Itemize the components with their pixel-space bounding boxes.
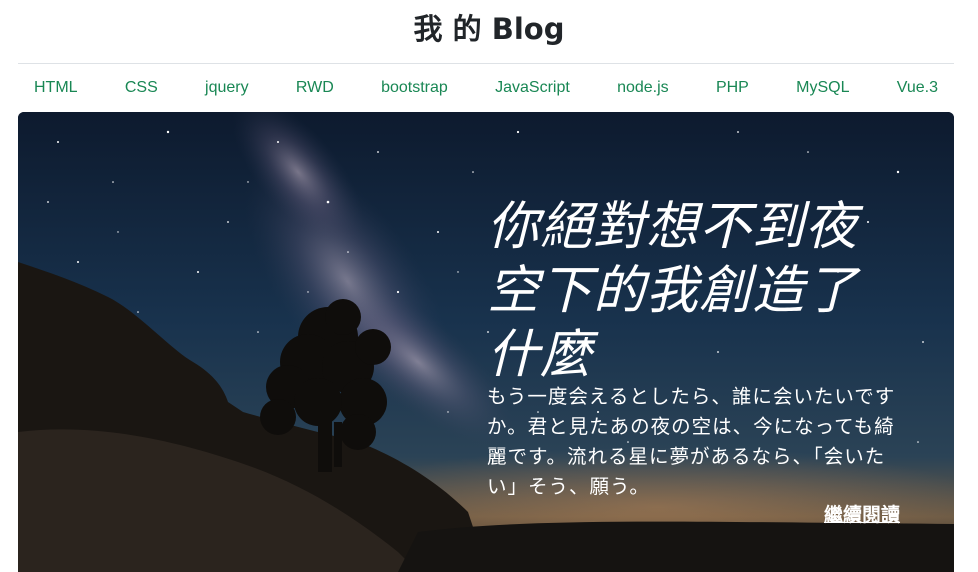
nav-link-nodejs[interactable]: node.js bbox=[617, 79, 669, 97]
hero-title: 你絕對想不到夜空下的我創造了什麼 bbox=[487, 196, 859, 385]
site-title: 我 的 Blog bbox=[413, 12, 565, 46]
hero-banner: 你絕對想不到夜空下的我創造了什麼 もう一度会えるとしたら、誰に会いたいですか。君… bbox=[18, 112, 954, 572]
nav-link-javascript[interactable]: JavaScript bbox=[495, 79, 570, 97]
nav-link-vue3[interactable]: Vue.3 bbox=[897, 79, 938, 97]
nav-link-bootstrap[interactable]: bootstrap bbox=[381, 79, 448, 97]
nav-link-php[interactable]: PHP bbox=[716, 79, 749, 97]
nav-link-jquery[interactable]: jquery bbox=[205, 79, 249, 97]
nav-link-css[interactable]: CSS bbox=[125, 79, 158, 97]
header-divider bbox=[18, 63, 954, 64]
nav-link-mysql[interactable]: MySQL bbox=[796, 79, 849, 97]
nav-link-html[interactable]: HTML bbox=[34, 79, 78, 97]
nav-link-rwd[interactable]: RWD bbox=[296, 79, 334, 97]
category-nav: HTML CSS jquery RWD bootstrap JavaScript… bbox=[18, 66, 954, 110]
read-more-link[interactable]: 繼續閱讀 bbox=[824, 500, 900, 527]
hero-description: もう一度会えるとしたら、誰に会いたいですか。君と見たあの夜の空は、今になっても綺… bbox=[487, 384, 896, 498]
